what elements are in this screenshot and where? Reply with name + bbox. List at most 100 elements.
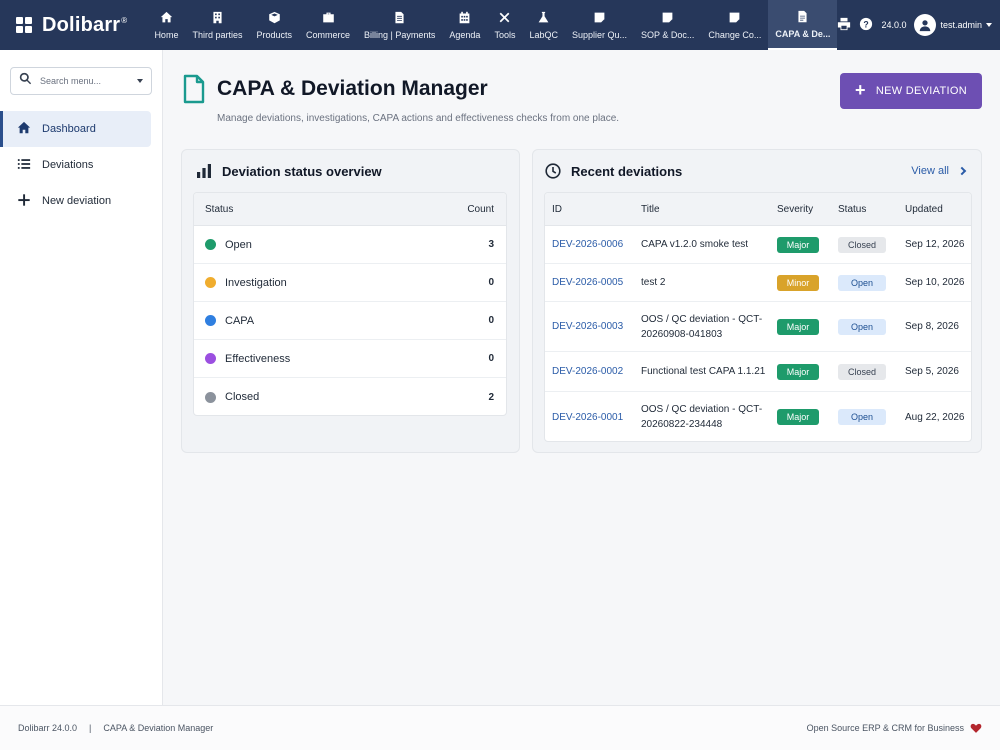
table-row[interactable]: DEV-2026-0006 CAPA v1.2.0 smoke test Maj… xyxy=(545,226,971,264)
nav-billing[interactable]: Billing | Payments xyxy=(357,0,442,50)
nav-label: Products xyxy=(256,29,293,40)
severity-badge: Major xyxy=(777,318,819,335)
status-label: Closed xyxy=(225,391,260,403)
nav-label: Supplier Qu... xyxy=(571,29,628,40)
nav-label: Change Co... xyxy=(708,29,762,40)
deviation-id-link[interactable]: DEV-2026-0006 xyxy=(545,239,641,250)
nav-labqc[interactable]: LabQC xyxy=(522,0,565,50)
status-count: 2 xyxy=(488,391,494,403)
col-severity: Severity xyxy=(777,203,814,215)
status-row-investigation[interactable]: Investigation 0 xyxy=(194,264,506,302)
page-title: CAPA & Deviation Manager xyxy=(217,77,488,100)
status-count: 3 xyxy=(488,239,494,250)
status-count: 0 xyxy=(488,353,494,364)
col-count: Count xyxy=(467,203,494,215)
menu-search[interactable] xyxy=(10,67,152,95)
nav-third-parties[interactable]: Third parties xyxy=(185,0,249,50)
col-id: ID xyxy=(552,203,562,215)
deviation-id-link[interactable]: DEV-2026-0001 xyxy=(545,412,641,423)
status-label: Open xyxy=(225,238,252,251)
footer-module: CAPA & Deviation Manager xyxy=(103,723,214,733)
sidebar-menu: Dashboard Deviations New deviation xyxy=(0,111,162,219)
card-title-text: Deviation status overview xyxy=(222,163,382,179)
status-dot xyxy=(205,239,216,250)
nav-label: Third parties xyxy=(192,29,243,40)
nav-label: CAPA & De... xyxy=(775,28,831,39)
nav-home[interactable]: Home xyxy=(147,0,185,50)
status-row-open[interactable]: Open 3 xyxy=(194,226,506,264)
nav-agenda[interactable]: Agenda xyxy=(442,0,487,50)
status-dot xyxy=(205,315,216,326)
user-name: test.admin xyxy=(940,20,982,30)
version-label: 24.0.0 xyxy=(881,20,907,30)
deviation-title: CAPA v1.2.0 smoke test xyxy=(641,239,749,250)
severity-cell: Major xyxy=(777,363,838,380)
deviation-id-link[interactable]: DEV-2026-0002 xyxy=(545,366,641,377)
table-header: Status Count xyxy=(194,193,506,226)
sidebar-item-dashboard[interactable]: Dashboard xyxy=(0,111,151,147)
status-row-closed[interactable]: Closed 2 xyxy=(194,378,506,415)
document-icon xyxy=(183,74,205,104)
nav-label: Billing | Payments xyxy=(364,29,436,40)
search-input[interactable] xyxy=(40,76,134,86)
invoice-icon xyxy=(393,11,407,25)
view-all-link[interactable]: View all xyxy=(911,165,967,177)
table-row[interactable]: DEV-2026-0002 Functional test CAPA 1.1.2… xyxy=(545,352,971,392)
deviation-title: Functional test CAPA 1.1.21 xyxy=(641,366,766,377)
chevron-right-icon xyxy=(957,166,967,176)
sidebar-item-deviations[interactable]: Deviations xyxy=(0,147,151,183)
nav-tools[interactable]: Tools xyxy=(487,0,522,50)
home-icon xyxy=(159,11,173,25)
topbar-right: ? 24.0.0 test.admin xyxy=(837,0,1000,50)
heart-icon xyxy=(970,723,982,733)
apps-grid-icon xyxy=(16,17,32,33)
col-updated: Updated xyxy=(905,203,943,215)
user-menu[interactable]: test.admin xyxy=(914,14,992,36)
svg-text:?: ? xyxy=(864,20,869,30)
table-row[interactable]: DEV-2026-0005 test 2 Minor Open Sep 10, … xyxy=(545,264,971,302)
nav-label: Commerce xyxy=(306,29,351,40)
status-count: 0 xyxy=(488,277,494,288)
nav-supplier-quality[interactable]: Supplier Qu... xyxy=(565,0,634,50)
nav-sop-documents[interactable]: SOP & Doc... xyxy=(634,0,701,50)
footer-tagline[interactable]: Open Source ERP & CRM for Business xyxy=(807,723,964,733)
status-label: Investigation xyxy=(225,276,287,289)
status-table: Status Count Open 3 Investigation 0 CAPA… xyxy=(193,192,507,416)
footer: Dolibarr 24.0.0 | CAPA & Deviation Manag… xyxy=(0,705,1000,750)
nav-commerce[interactable]: Commerce xyxy=(299,0,357,50)
status-badge: Open xyxy=(838,274,886,291)
list-icon xyxy=(17,157,42,174)
status-cell: Open xyxy=(838,409,905,425)
new-deviation-button[interactable]: + NEW DEVIATION xyxy=(840,73,982,109)
nav-products[interactable]: Products xyxy=(249,0,299,50)
status-row-effectiveness[interactable]: Effectiveness 0 xyxy=(194,340,506,378)
sidebar-item-new-deviation[interactable]: New deviation xyxy=(0,183,151,219)
clock-icon xyxy=(545,163,561,179)
view-all-label: View all xyxy=(911,165,949,177)
flask-icon xyxy=(537,11,551,25)
status-cell: Open xyxy=(838,274,905,291)
nav-change-control[interactable]: Change Co... xyxy=(701,0,768,50)
severity-badge: Major xyxy=(777,409,819,425)
help-icon[interactable]: ? xyxy=(859,17,873,33)
status-row-capa[interactable]: CAPA 0 xyxy=(194,302,506,340)
deviation-id-link[interactable]: DEV-2026-0003 xyxy=(545,321,641,332)
updated-date: Sep 8, 2026 xyxy=(905,321,959,332)
table-header: ID Title Severity Status Updated xyxy=(545,193,971,226)
table-row[interactable]: DEV-2026-0001 OOS / QC deviation - QCT-2… xyxy=(545,392,971,441)
status-label: Effectiveness xyxy=(225,352,291,365)
plus-icon xyxy=(17,193,42,210)
brand-logo[interactable]: Dolibarr ® xyxy=(0,0,147,50)
table-row[interactable]: DEV-2026-0003 OOS / QC deviation - QCT-2… xyxy=(545,302,971,352)
nav-capa-deviation[interactable]: CAPA & De... xyxy=(768,0,838,50)
note-icon xyxy=(593,11,607,25)
severity-cell: Minor xyxy=(777,274,838,291)
chevron-down-icon[interactable] xyxy=(137,79,143,83)
nav-label: LabQC xyxy=(529,29,558,40)
card-title: Deviation status overview xyxy=(196,163,382,179)
print-icon[interactable] xyxy=(837,17,851,33)
sidebar: Dashboard Deviations New deviation xyxy=(0,50,163,705)
nav-label: Tools xyxy=(494,29,516,40)
severity-cell: Major xyxy=(777,409,838,425)
deviation-id-link[interactable]: DEV-2026-0005 xyxy=(545,277,641,288)
